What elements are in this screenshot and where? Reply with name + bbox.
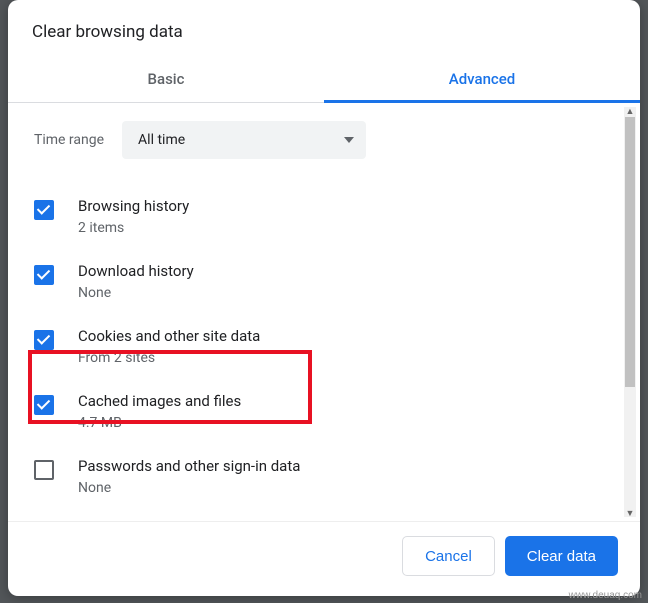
item-autofill[interactable]: Autofill form data — [34, 510, 614, 521]
item-cached-images[interactable]: Cached images and files 4.7 MB — [34, 380, 614, 445]
time-range-value: All time — [138, 132, 185, 148]
item-title: Cached images and files — [78, 392, 241, 410]
item-title: Browsing history — [78, 197, 189, 215]
checkbox-browsing-history[interactable] — [34, 200, 54, 220]
scrollbar[interactable]: ▲ ▼ — [624, 107, 636, 517]
scroll-up-icon[interactable]: ▲ — [624, 105, 636, 117]
item-sub: From 2 sites — [78, 350, 260, 366]
time-range-row: Time range All time — [34, 121, 614, 159]
item-sub: 4.7 MB — [78, 415, 241, 431]
dialog-footer: Cancel Clear data — [8, 521, 640, 596]
chevron-down-icon — [344, 137, 354, 143]
cancel-button[interactable]: Cancel — [402, 536, 495, 576]
scroll-area: Time range All time Browsing history 2 i… — [8, 103, 640, 521]
checkbox-cookies[interactable] — [34, 330, 54, 350]
item-passwords[interactable]: Passwords and other sign-in data None — [34, 445, 614, 510]
item-text: Download history None — [78, 262, 194, 301]
item-text: Cached images and files 4.7 MB — [78, 392, 241, 431]
scrollbar-thumb[interactable] — [625, 117, 635, 387]
item-text: Passwords and other sign-in data None — [78, 457, 300, 496]
clear-data-button[interactable]: Clear data — [505, 536, 618, 576]
item-browsing-history[interactable]: Browsing history 2 items — [34, 185, 614, 250]
content-area: Time range All time Browsing history 2 i… — [8, 103, 640, 521]
time-range-select[interactable]: All time — [122, 121, 366, 159]
checkbox-download-history[interactable] — [34, 265, 54, 285]
scroll-down-icon[interactable]: ▼ — [624, 507, 636, 519]
tab-strip: Basic Advanced — [8, 56, 640, 103]
item-text: Cookies and other site data From 2 sites — [78, 327, 260, 366]
item-cookies[interactable]: Cookies and other site data From 2 sites — [34, 315, 614, 380]
item-sub: None — [78, 285, 194, 301]
item-title: Download history — [78, 262, 194, 280]
item-title: Cookies and other site data — [78, 327, 260, 345]
tab-basic[interactable]: Basic — [8, 56, 324, 102]
watermark: www.deuaq.com — [569, 590, 642, 601]
item-text: Browsing history 2 items — [78, 197, 189, 236]
tab-advanced[interactable]: Advanced — [324, 56, 640, 102]
checkbox-cached-images[interactable] — [34, 395, 54, 415]
time-range-label: Time range — [34, 132, 104, 148]
item-download-history[interactable]: Download history None — [34, 250, 614, 315]
item-sub: None — [78, 480, 300, 496]
checkbox-passwords[interactable] — [34, 460, 54, 480]
clear-browsing-data-dialog: Clear browsing data Basic Advanced Time … — [8, 0, 640, 596]
item-sub: 2 items — [78, 220, 189, 236]
dialog-title: Clear browsing data — [8, 0, 640, 56]
item-title: Passwords and other sign-in data — [78, 457, 300, 475]
